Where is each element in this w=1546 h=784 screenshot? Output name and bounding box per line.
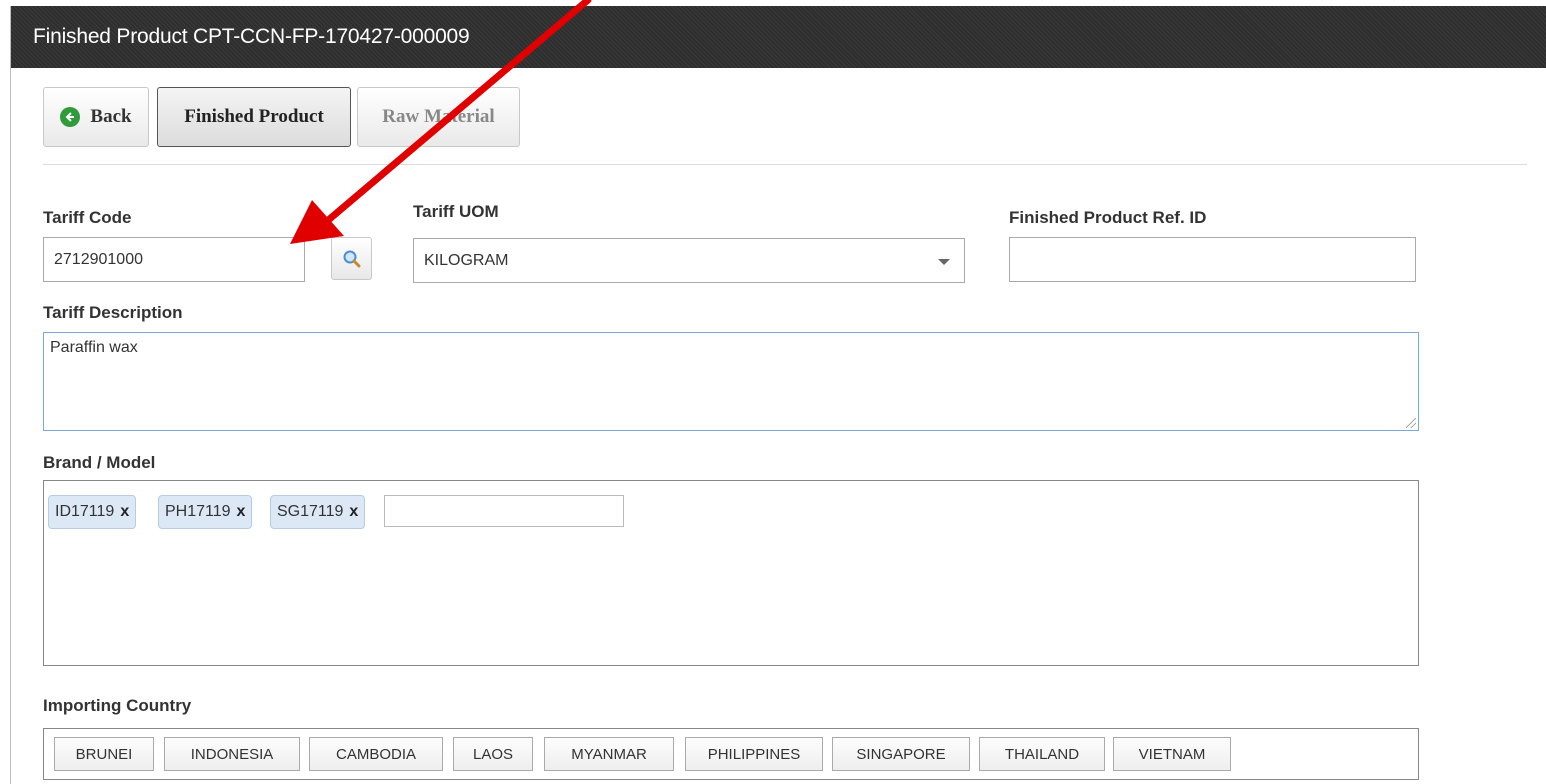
- country-chip-myanmar[interactable]: MYANMAR: [544, 737, 674, 771]
- magnifier-icon: [343, 250, 360, 267]
- tariff-uom-select[interactable]: KILOGRAM: [413, 238, 965, 283]
- country-chip-cambodia[interactable]: CAMBODIA: [309, 737, 443, 771]
- importing-country-list: BRUNEI INDONESIA CAMBODIA LAOS MYANMAR P…: [43, 728, 1419, 780]
- brand-model-tag-input[interactable]: ID17119 x PH17119 x SG17119 x: [43, 480, 1419, 666]
- window-title: Finished Product CPT-CCN-FP-170427-00000…: [11, 6, 1546, 68]
- tariff-description-value: Paraffin wax: [50, 339, 138, 356]
- brand-model-label: Brand / Model: [43, 453, 156, 472]
- app-window: Finished Product CPT-CCN-FP-170427-00000…: [10, 6, 1546, 784]
- tariff-description-label: Tariff Description: [43, 303, 183, 322]
- brand-model-new-tag-field[interactable]: [384, 495, 624, 527]
- country-chip-philippines[interactable]: PHILIPPINES: [685, 737, 823, 771]
- back-circle-arrow-icon: [60, 107, 81, 127]
- tab-raw-material[interactable]: Raw Material: [357, 87, 520, 147]
- country-chip-brunei[interactable]: BRUNEI: [54, 737, 154, 771]
- remove-tag-icon[interactable]: x: [120, 503, 129, 521]
- tariff-search-button[interactable]: [331, 237, 372, 280]
- country-chip-thailand[interactable]: THAILAND: [979, 737, 1105, 771]
- back-button-label: Back: [90, 106, 132, 127]
- tariff-code-input[interactable]: 2712901000: [43, 237, 305, 282]
- tariff-uom-label: Tariff UOM: [413, 202, 499, 221]
- country-chip-vietnam[interactable]: VIETNAM: [1113, 737, 1231, 771]
- country-chip-singapore[interactable]: SINGAPORE: [832, 737, 970, 771]
- remove-tag-icon[interactable]: x: [349, 503, 358, 521]
- brand-tag: SG17119 x: [270, 495, 366, 529]
- brand-tag-text: ID17119: [55, 503, 115, 520]
- brand-tag: ID17119 x: [48, 495, 137, 529]
- brand-tag: PH17119 x: [158, 495, 253, 529]
- importing-country-label: Importing Country: [43, 696, 192, 715]
- country-chip-laos[interactable]: LAOS: [453, 737, 533, 771]
- tariff-code-label: Tariff Code: [43, 208, 132, 227]
- tariff-code-value: 2712901000: [54, 250, 143, 268]
- toolbar-divider: [43, 164, 1527, 165]
- finished-product-ref-label: Finished Product Ref. ID: [1009, 208, 1207, 227]
- tab-finished-product-label: Finished Product: [184, 106, 324, 127]
- remove-tag-icon[interactable]: x: [237, 503, 246, 521]
- resize-handle-icon[interactable]: [1406, 418, 1416, 428]
- tab-finished-product[interactable]: Finished Product: [157, 87, 351, 147]
- country-chip-indonesia[interactable]: INDONESIA: [164, 737, 300, 771]
- brand-tag-text: PH17119: [165, 503, 231, 520]
- brand-tag-text: SG17119: [277, 503, 344, 520]
- tab-raw-material-label: Raw Material: [382, 106, 495, 127]
- back-button[interactable]: Back: [43, 87, 149, 147]
- tariff-description-textarea[interactable]: Paraffin wax: [43, 332, 1419, 431]
- tariff-uom-value: KILOGRAM: [424, 251, 509, 269]
- chevron-down-icon: [938, 259, 950, 265]
- finished-product-ref-input[interactable]: [1009, 237, 1416, 282]
